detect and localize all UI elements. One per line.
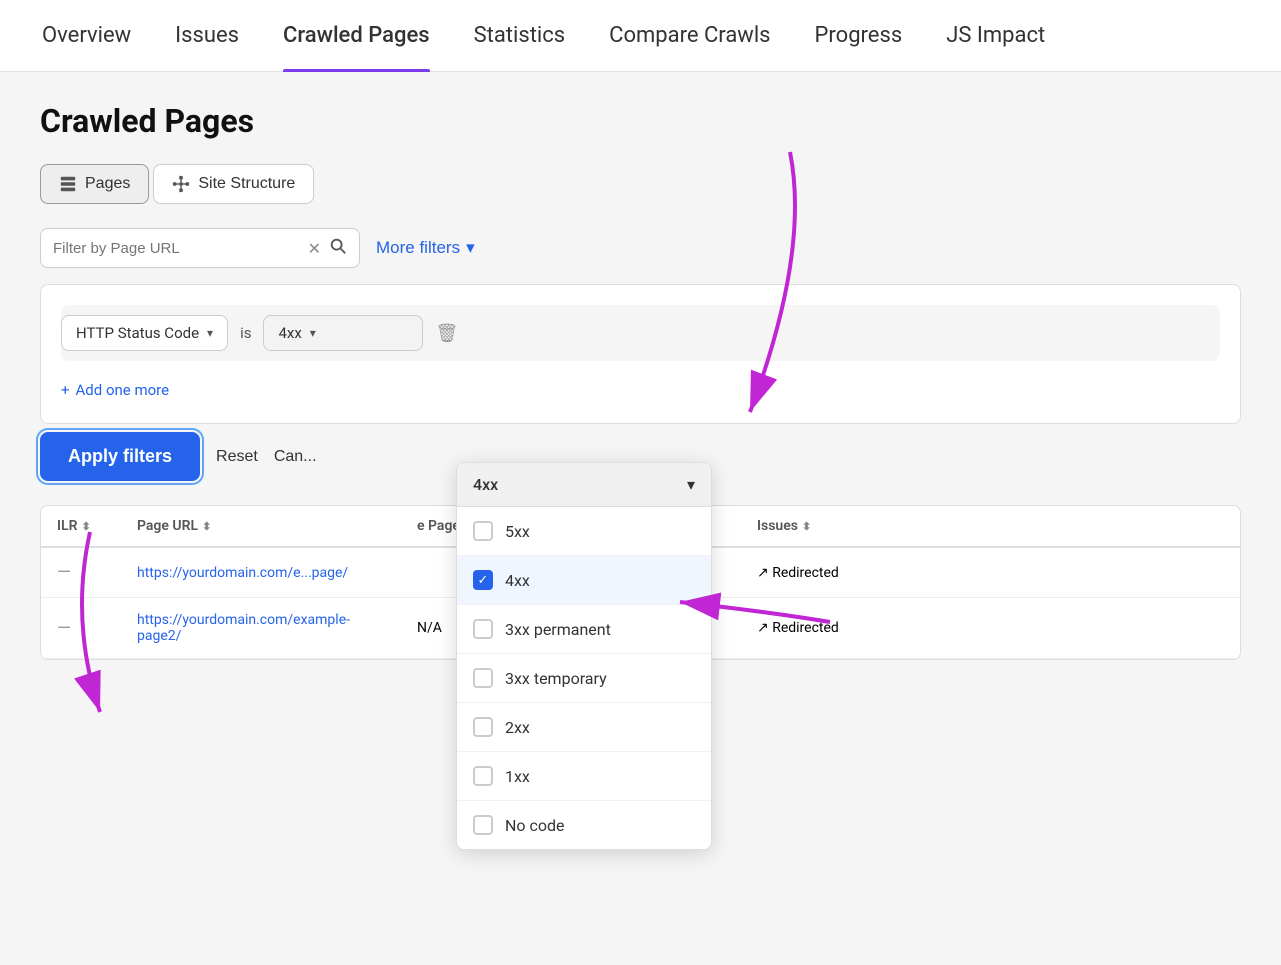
checkbox-1xx: [473, 766, 493, 786]
main-content: Crawled Pages Pages Site Struc: [0, 72, 1281, 965]
filter-type-select[interactable]: HTTP Status Code ▾: [61, 315, 228, 351]
view-toggle: Pages Site Structure: [40, 164, 1241, 204]
plus-icon: +: [61, 381, 70, 399]
checkbox-3xx-temporary: [473, 668, 493, 688]
dropdown-option-3xx-permanent[interactable]: 3xx permanent: [457, 605, 711, 654]
cell-ilr-2: —: [41, 618, 121, 639]
more-filters-button[interactable]: More filters ▾: [376, 238, 475, 258]
sort-issues-icon: ⬍: [802, 520, 811, 533]
nav-issues[interactable]: Issues: [153, 0, 261, 72]
col-header-issues[interactable]: Issues ⬍: [741, 518, 891, 534]
filter-container: HTTP Status Code ▾ is 4xx ▾ 🗑 + Add one …: [40, 284, 1241, 424]
dropdown-option-3xx-temporary[interactable]: 3xx temporary: [457, 654, 711, 703]
page-title: Crawled Pages: [40, 102, 1241, 140]
filter-operator-label: is: [240, 324, 251, 342]
filter-value-chevron: ▾: [310, 326, 316, 340]
nav-js-impact[interactable]: JS Impact: [924, 0, 1067, 72]
cell-ilr-1: —: [41, 562, 121, 583]
dropdown-option-5xx[interactable]: 5xx: [457, 507, 711, 556]
dropdown-option-no-code[interactable]: No code: [457, 801, 711, 849]
search-icon[interactable]: [329, 237, 347, 259]
delete-filter-button[interactable]: 🗑: [435, 323, 458, 344]
cell-url-1: https://yourdomain.com/e...page/: [121, 565, 401, 581]
checkbox-2xx: [473, 717, 493, 737]
checkbox-4xx: ✓: [473, 570, 493, 590]
sort-url-icon: ⬍: [202, 520, 211, 533]
sort-ilr-icon: ⬍: [82, 520, 91, 533]
cancel-button[interactable]: Can...: [274, 448, 317, 466]
add-filter-link[interactable]: + Add one more: [61, 377, 1220, 403]
cell-issues-1: ↗ Redirected: [741, 565, 891, 581]
reset-button[interactable]: Reset: [216, 448, 258, 466]
site-structure-view-button[interactable]: Site Structure: [153, 164, 314, 204]
nav-crawled-pages[interactable]: Crawled Pages: [261, 0, 452, 72]
dropdown-option-4xx[interactable]: ✓ 4xx: [457, 556, 711, 605]
page-url-link-2[interactable]: https://yourdomain.com/example-page2/: [137, 612, 350, 644]
checkbox-no-code: [473, 815, 493, 835]
col-header-url[interactable]: Page URL ⬍: [121, 518, 401, 534]
filter-bar: ✕ More filters ▾: [40, 228, 1241, 268]
filter-value-select[interactable]: 4xx ▾: [263, 315, 423, 351]
apply-filters-button[interactable]: Apply filters: [40, 432, 200, 481]
checkbox-5xx: [473, 521, 493, 541]
status-code-dropdown: 4xx ▾ 5xx ✓ 4xx 3xx permanent 3xx tempor…: [456, 462, 712, 850]
clear-filter-icon[interactable]: ✕: [308, 239, 321, 258]
cell-url-2: https://yourdomain.com/example-page2/: [121, 612, 401, 644]
col-header-ilr[interactable]: ILR ⬍: [41, 518, 121, 534]
nav-compare-crawls[interactable]: Compare Crawls: [587, 0, 792, 72]
dropdown-option-1xx[interactable]: 1xx: [457, 752, 711, 801]
filter-row: HTTP Status Code ▾ is 4xx ▾ 🗑: [61, 305, 1220, 361]
page-url-link-1[interactable]: https://yourdomain.com/e...page/: [137, 565, 348, 581]
chevron-down-icon: ▾: [466, 238, 475, 258]
nav-statistics[interactable]: Statistics: [452, 0, 588, 72]
top-navigation: Overview Issues Crawled Pages Statistics…: [0, 0, 1281, 72]
site-structure-icon: [172, 175, 190, 193]
url-filter-input[interactable]: [53, 240, 300, 257]
url-filter-container: ✕: [40, 228, 360, 268]
filter-type-chevron: ▾: [207, 326, 213, 340]
nav-overview[interactable]: Overview: [20, 0, 153, 72]
dropdown-header: 4xx ▾: [457, 463, 711, 507]
pages-icon: [59, 175, 77, 193]
checkbox-3xx-permanent: [473, 619, 493, 639]
pages-view-button[interactable]: Pages: [40, 164, 149, 204]
dropdown-option-2xx[interactable]: 2xx: [457, 703, 711, 752]
dropdown-chevron-icon: ▾: [687, 475, 695, 494]
nav-progress[interactable]: Progress: [793, 0, 925, 72]
cell-issues-2: ↗ Redirected: [741, 620, 891, 636]
